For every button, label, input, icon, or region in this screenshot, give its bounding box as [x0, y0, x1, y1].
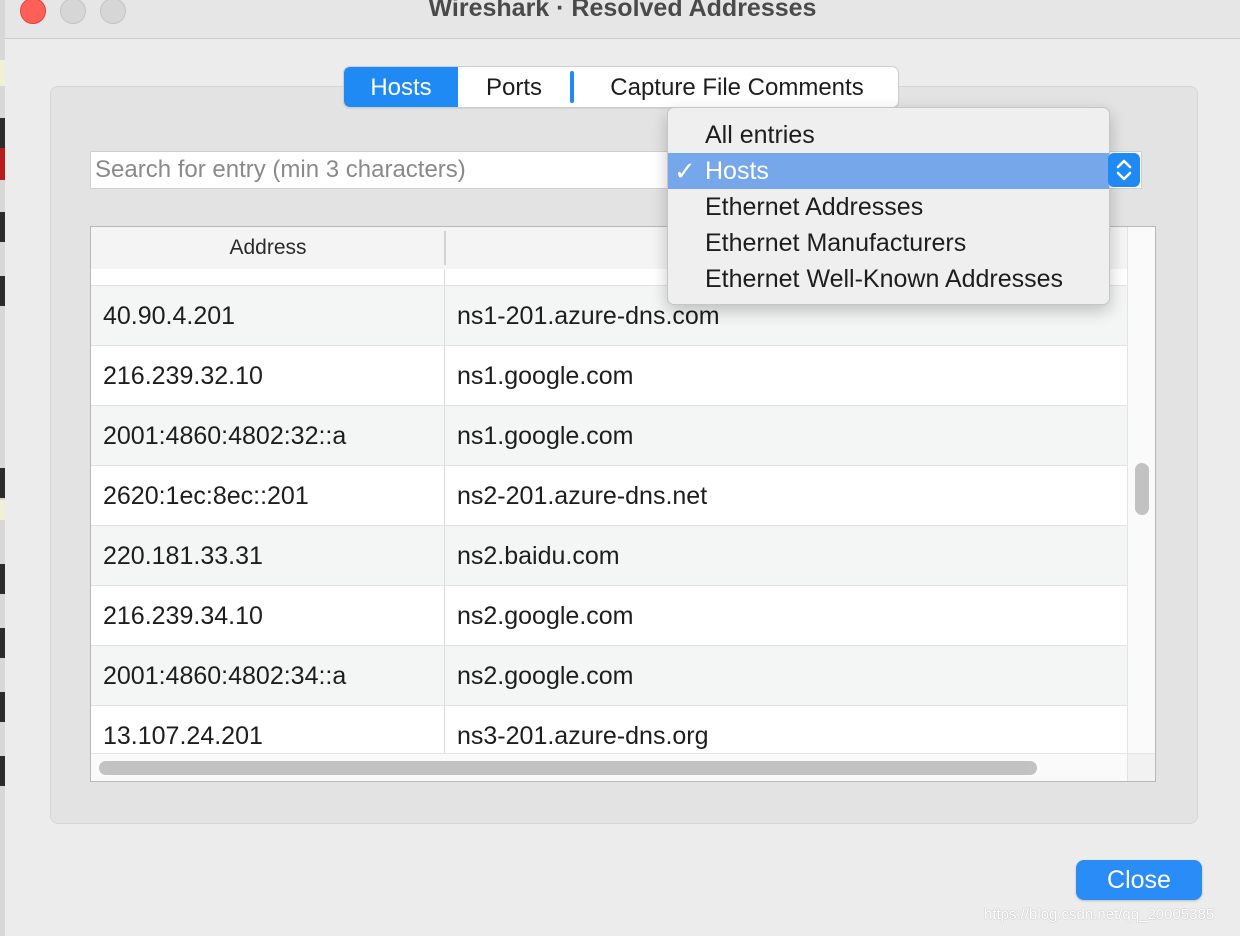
window-title: Wireshark · Resolved Addresses	[428, 0, 817, 22]
column-separator	[444, 466, 445, 526]
filter-dropdown-menu: All entries ✓ Hosts Ethernet Addresses E…	[667, 107, 1110, 305]
table-row[interactable]: 2620:1ec:8ec::201 ns2-201.azure-dns.net	[91, 466, 1127, 526]
column-separator	[444, 646, 445, 706]
column-header-address[interactable]: Address	[91, 227, 445, 269]
table-row[interactable]: 13.107.24.201 ns3-201.azure-dns.org	[91, 706, 1127, 753]
close-button[interactable]: Close	[1076, 860, 1202, 900]
menu-item-label: All entries	[705, 121, 815, 149]
cell-name: ns2.google.com	[457, 662, 634, 690]
menu-item-label: Ethernet Manufacturers	[705, 229, 967, 257]
tab-ports[interactable]: Ports	[458, 67, 570, 107]
watermark-text: https://blog.csdn.net/qq_20005385	[984, 906, 1215, 923]
table-row[interactable]: 216.239.32.10 ns1.google.com	[91, 346, 1127, 406]
cell-address: 2620:1ec:8ec::201	[103, 482, 309, 510]
cell-name: ns2.google.com	[457, 602, 634, 630]
column-divider[interactable]	[444, 231, 446, 265]
column-separator	[444, 346, 445, 406]
filter-select-arrows[interactable]	[1108, 153, 1140, 187]
menu-item-ethernet-addresses[interactable]: Ethernet Addresses	[668, 189, 1109, 225]
menu-item-ethernet-manufacturers[interactable]: Ethernet Manufacturers	[668, 225, 1109, 261]
background-window-edge	[0, 0, 5, 936]
cell-address: 192.48.79.30	[103, 269, 443, 286]
title-bar: Wireshark · Resolved Addresses	[5, 0, 1240, 39]
table-body: 192.48.79.30j.gtld-servers.net40.90.4.20…	[91, 269, 1127, 753]
cell-name: ns2-201.azure-dns.net	[457, 482, 708, 510]
menu-item-all-entries[interactable]: All entries	[668, 117, 1109, 153]
menu-item-ethernet-well-known-addresses[interactable]: Ethernet Well-Known Addresses	[668, 261, 1109, 297]
table-row[interactable]: 2001:4860:4802:32::a ns1.google.com	[91, 406, 1127, 466]
cell-address: 220.181.33.31	[103, 542, 263, 570]
column-separator	[444, 526, 445, 586]
cell-name: ns1.google.com	[457, 362, 634, 390]
cell-name: ns3-201.azure-dns.org	[457, 722, 709, 750]
menu-item-label: Ethernet Well-Known Addresses	[705, 265, 1064, 293]
chevron-up-down-icon	[1116, 159, 1132, 181]
column-separator	[444, 706, 445, 753]
table-row[interactable]: 216.239.34.10 ns2.google.com	[91, 586, 1127, 646]
tab-divider	[570, 71, 574, 103]
menu-item-label: Ethernet Addresses	[705, 193, 924, 221]
cell-address: 2001:4860:4802:32::a	[103, 422, 347, 450]
menu-item-hosts[interactable]: ✓ Hosts	[668, 153, 1109, 189]
tab-hosts[interactable]: Hosts	[344, 67, 458, 107]
cell-address: 216.239.34.10	[103, 602, 263, 630]
cell-name: ns2.baidu.com	[457, 542, 620, 570]
column-separator	[444, 586, 445, 646]
tab-capture-file-comments[interactable]: Capture File Comments	[576, 67, 898, 107]
scroll-corner	[1127, 753, 1155, 781]
cell-address: 2001:4860:4802:34::a	[103, 662, 347, 690]
vertical-scroll-thumb[interactable]	[1135, 463, 1149, 515]
table-row[interactable]: 2001:4860:4802:34::a ns2.google.com	[91, 646, 1127, 706]
cell-name: ns1.google.com	[457, 422, 634, 450]
cell-address: 40.90.4.201	[103, 302, 236, 330]
column-separator	[444, 269, 445, 286]
column-separator	[444, 286, 445, 346]
tab-bar: Hosts Ports Capture File Comments	[343, 66, 899, 108]
table-row[interactable]: 220.181.33.31 ns2.baidu.com	[91, 526, 1127, 586]
cell-address: 13.107.24.201	[103, 722, 263, 750]
column-separator	[444, 406, 445, 466]
menu-item-label: Hosts	[705, 157, 769, 185]
cell-address: 216.239.32.10	[103, 362, 263, 390]
checkmark-icon: ✓	[674, 156, 696, 186]
hosts-table: Address 192.48.79.30j.gtld-servers.net40…	[90, 226, 1156, 782]
horizontal-scroll-thumb[interactable]	[99, 761, 1037, 775]
